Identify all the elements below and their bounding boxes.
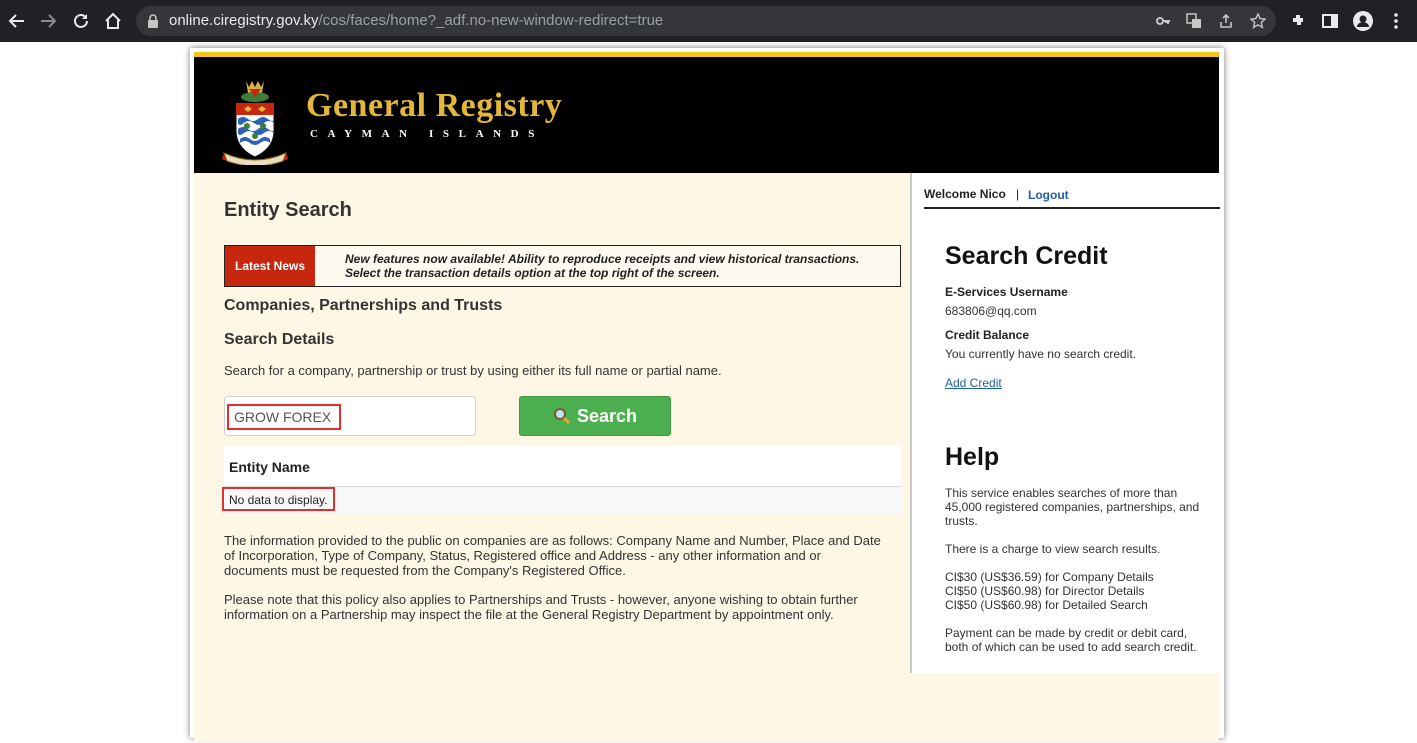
help-paragraph-3-line-1: Payment can be made by credit or debit c… (945, 626, 1188, 640)
back-icon[interactable] (7, 11, 27, 31)
credit-balance-label: Credit Balance (945, 328, 1030, 342)
help-paragraph-3-line-2: both of which can be used to add search … (945, 640, 1197, 654)
home-icon[interactable] (103, 11, 123, 31)
sidebar-divider (924, 207, 1220, 209)
help-paragraph-1-line-3: trusts. (945, 514, 978, 528)
magnifier-icon (553, 408, 571, 425)
price-director-details: CI$50 (US$60.98) for Director Details (945, 584, 1145, 598)
price-detailed-search: CI$50 (US$60.98) for Detailed Search (945, 598, 1148, 612)
url-path: /cos/faces/home?_adf.no-new-window-redir… (318, 12, 664, 29)
registry-subtitle: CAYMAN ISLANDS (310, 128, 544, 140)
username-value: 683806@qq.com (945, 304, 1037, 318)
help-paragraph-1: This service enables searches of more th… (945, 486, 1205, 528)
help-paragraph-1-line-1: This service enables searches of more th… (945, 486, 1178, 500)
cayman-coat-of-arms-logo[interactable] (222, 79, 288, 165)
info-paragraph-1-line-1: The information provided to the public o… (224, 533, 881, 548)
reload-icon[interactable] (71, 11, 91, 31)
help-title: Help (945, 443, 1000, 471)
news-line-2: Select the transaction details option at… (345, 266, 720, 280)
username-label: E-Services Username (945, 285, 1068, 299)
entity-search-input[interactable] (227, 404, 341, 430)
bookmark-star-icon[interactable] (1250, 13, 1266, 29)
search-field-container (224, 396, 476, 436)
side-panel-icon[interactable] (1320, 11, 1340, 31)
info-paragraph-2: Please note that this policy also applie… (224, 592, 904, 622)
separator: | (1016, 187, 1020, 201)
latest-news-label: Latest News (225, 246, 315, 286)
column-header-entity-name[interactable]: Entity Name (229, 459, 310, 475)
share-icon[interactable] (1218, 13, 1234, 29)
price-list: CI$30 (US$36.59) for Company Details CI$… (945, 570, 1205, 612)
browser-toolbar: online.ciregistry.gov.ky/cos/faces/home?… (0, 0, 1417, 42)
credit-balance-value: You currently have no search credit. (945, 347, 1136, 361)
translate-icon[interactable] (1186, 13, 1202, 29)
page-title: Entity Search (224, 199, 352, 221)
main-content: Entity Search Latest News New features n… (194, 173, 912, 743)
news-line-1: New features now available! Ability to r… (345, 252, 860, 266)
info-paragraph-1: The information provided to the public o… (224, 533, 904, 578)
section-title: Companies, Partnerships and Trusts (224, 297, 503, 314)
search-details-title: Search Details (224, 331, 335, 348)
url-host: online.ciregistry.gov.ky (169, 12, 319, 29)
search-button-label: Search (576, 405, 638, 426)
help-paragraph-2: There is a charge to view search results… (945, 542, 1161, 556)
price-company-details: CI$30 (US$36.59) for Company Details (945, 570, 1154, 584)
extensions-icon[interactable] (1289, 11, 1309, 31)
add-credit-link[interactable]: Add Credit (945, 376, 1002, 390)
registry-page: General Registry CAYMAN ISLANDS Entity S… (194, 52, 1220, 743)
results-table: Entity Name No data to display. (222, 445, 901, 513)
logout-link[interactable]: Logout (1028, 188, 1069, 202)
no-data-message: No data to display. (222, 487, 335, 511)
site-header: General Registry CAYMAN ISLANDS (194, 57, 1219, 173)
table-header: Entity Name (224, 445, 901, 487)
welcome-text: Welcome Nico (924, 187, 1006, 201)
search-credit-title: Search Credit (945, 242, 1108, 270)
info-paragraph-1-line-3: documents must be requested from the Com… (224, 563, 626, 578)
info-paragraph-1-line-2: of Incorporation, Type of Company, Statu… (224, 548, 821, 563)
help-paragraph-3: Payment can be made by credit or debit c… (945, 626, 1205, 654)
url-text: online.ciregistry.gov.ky/cos/faces/home?… (169, 12, 663, 29)
info-paragraph-2-line-1: Please note that this policy also applie… (224, 592, 858, 607)
registry-title: General Registry (306, 87, 563, 124)
address-bar[interactable]: online.ciregistry.gov.ky/cos/faces/home?… (136, 6, 1276, 36)
search-button[interactable]: Search (519, 396, 671, 436)
search-intro-text: Search for a company, partnership or tru… (224, 363, 722, 378)
lock-icon (148, 14, 158, 28)
forward-icon[interactable] (38, 11, 58, 31)
sidebar: Welcome Nico | Logout Search Credit E-Se… (910, 173, 1220, 673)
browser-menu-icon[interactable] (1386, 11, 1406, 31)
table-row: No data to display. (222, 487, 901, 513)
profile-avatar-icon[interactable] (1353, 11, 1373, 31)
key-icon[interactable] (1155, 13, 1171, 29)
news-text: New features now available! Ability to r… (345, 252, 895, 280)
help-paragraph-1-line-2: 45,000 registered companies, partnership… (945, 500, 1200, 514)
info-paragraph-2-line-2: information on a Partnership may inspect… (224, 607, 834, 622)
latest-news-banner: Latest News New features now available! … (224, 245, 901, 287)
